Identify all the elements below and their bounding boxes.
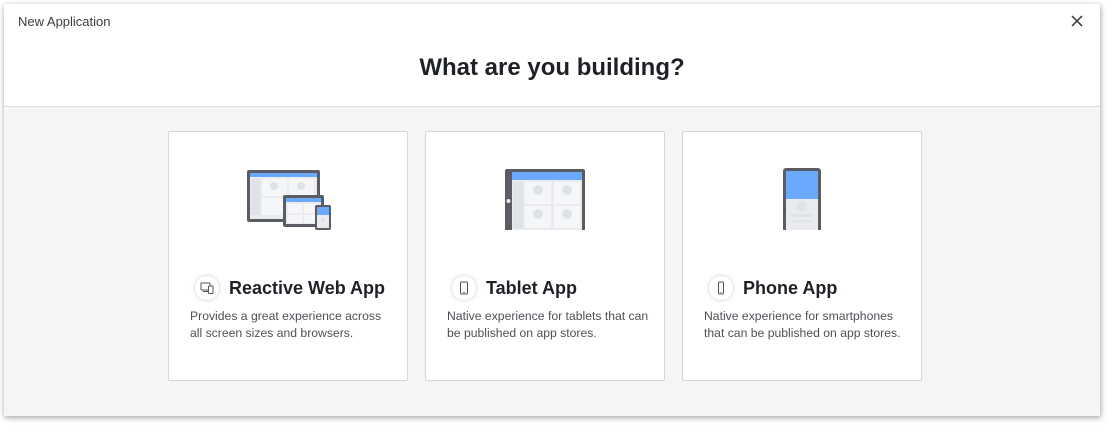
close-button[interactable] [1066,10,1088,32]
card-description: Native experience for smartphones that c… [704,309,901,340]
app-type-options: Reactive Web App Provides a great experi… [168,131,922,381]
phone-icon [709,276,733,300]
phone-illustration [683,160,921,240]
card-title-row: Tablet App [452,276,577,300]
dialog-header: New Application What are you building? [4,4,1100,107]
reactive-web-illustration [169,160,407,240]
new-application-dialog: New Application What are you building? R… [4,4,1100,416]
close-icon [1071,15,1083,27]
card-title-row: Phone App [709,276,837,300]
tablet-icon [452,276,476,300]
page-heading: What are you building? [419,54,685,81]
phone-app-card[interactable]: Phone App Native experience for smartpho… [682,131,922,381]
tablet-illustration [426,160,664,240]
card-title: Tablet App [486,277,577,298]
tablet-app-card[interactable]: Tablet App Native experience for tablets… [425,131,665,381]
card-title: Reactive Web App [229,277,386,298]
card-description: Provides a great experience across all s… [190,309,382,340]
card-title-row: Reactive Web App [195,276,385,300]
card-title: Phone App [743,277,838,298]
devices-icon [195,276,219,300]
card-description: Native experience for tablets that can b… [447,309,649,340]
dialog-title: New Application [18,14,111,29]
reactive-web-app-card[interactable]: Reactive Web App Provides a great experi… [168,131,408,381]
